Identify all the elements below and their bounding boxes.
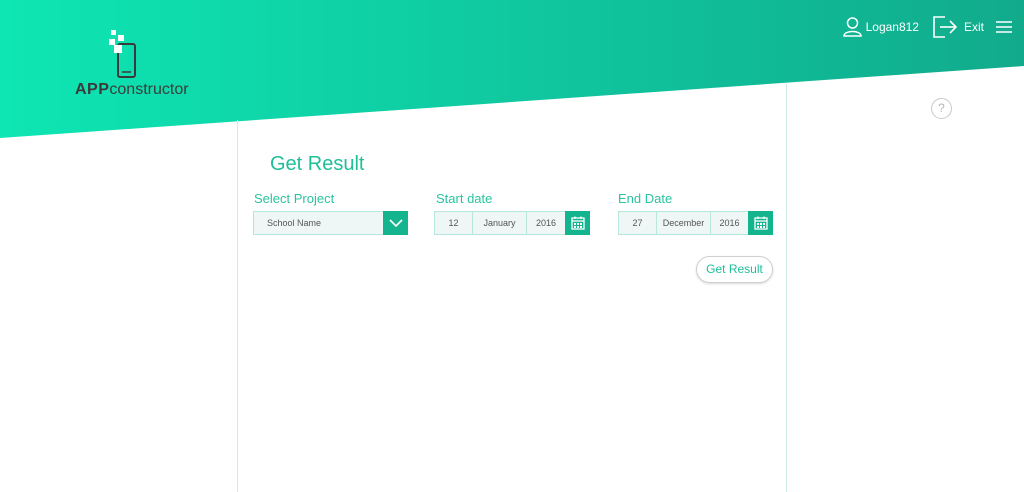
user-icon xyxy=(842,17,862,37)
hamburger-menu-icon[interactable] xyxy=(996,20,1012,34)
question-icon[interactable]: ? xyxy=(931,98,952,119)
start-date-picker[interactable]: 12 January 2016 xyxy=(434,211,590,235)
start-date-calendar-button[interactable] xyxy=(565,211,590,235)
exit-label: Exit xyxy=(963,20,984,34)
content-right-border xyxy=(786,84,787,492)
start-date-label: Start date xyxy=(436,191,493,206)
select-project-label: Select Project xyxy=(254,191,335,206)
get-result-button[interactable]: Get Result xyxy=(696,256,773,283)
app-logo[interactable]: APPconstructor xyxy=(75,30,195,102)
project-select-value: School Name xyxy=(267,218,322,228)
top-navigation: Logan812 Exit xyxy=(842,14,1012,40)
user-account-link[interactable]: Logan812 xyxy=(842,17,919,37)
phone-pixels-icon xyxy=(109,30,136,78)
end-date-picker[interactable]: 27 December 2016 xyxy=(618,211,773,235)
end-year-field[interactable]: 2016 xyxy=(711,212,748,234)
project-select[interactable]: School Name xyxy=(253,211,408,235)
end-date-label: End Date xyxy=(618,191,673,206)
username-label: Logan812 xyxy=(865,20,919,34)
logo-wordmark: APPconstructor xyxy=(75,81,189,98)
project-dropdown-button[interactable] xyxy=(383,211,408,235)
start-year-field[interactable]: 2016 xyxy=(527,212,565,234)
end-month-field[interactable]: December xyxy=(657,212,711,234)
calendar-icon xyxy=(753,216,768,230)
page-title: Get Result xyxy=(270,153,365,175)
chevron-down-icon xyxy=(388,219,403,227)
content-left-border xyxy=(237,120,238,492)
end-day-field[interactable]: 27 xyxy=(619,212,657,234)
exit-icon xyxy=(933,16,958,38)
calendar-icon xyxy=(570,216,585,230)
start-day-field[interactable]: 12 xyxy=(435,212,473,234)
start-month-field[interactable]: January xyxy=(473,212,527,234)
exit-button[interactable]: Exit xyxy=(933,16,984,38)
end-date-calendar-button[interactable] xyxy=(748,211,773,235)
